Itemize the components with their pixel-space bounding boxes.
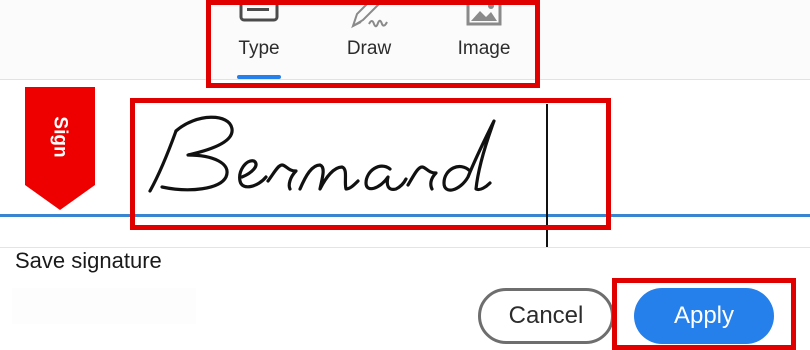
text-cursor <box>546 104 548 247</box>
signature-mode-tabs: Type Draw Image <box>0 0 810 80</box>
active-tab-indicator <box>237 75 281 79</box>
signature-baseline <box>0 214 810 217</box>
apply-button[interactable]: Apply <box>634 288 774 344</box>
tab-type[interactable]: Type <box>228 0 290 79</box>
tab-image-label: Image <box>457 38 511 59</box>
tab-image[interactable]: Image <box>448 0 520 79</box>
sign-flag-label: Sign <box>49 116 71 158</box>
sign-here-flag: Sign <box>25 87 95 210</box>
tab-draw[interactable]: Draw <box>338 0 400 79</box>
signature-field[interactable] <box>140 103 602 221</box>
save-signature-label: Save signature <box>15 248 162 273</box>
keyboard-icon <box>239 0 279 29</box>
save-signature-checkbox-area[interactable] <box>12 288 196 324</box>
tab-type-label: Type <box>238 38 280 59</box>
tab-draw-label: Draw <box>346 38 392 59</box>
pen-icon <box>347 0 391 35</box>
cancel-button[interactable]: Cancel <box>478 288 614 344</box>
signature-handwriting <box>148 115 496 193</box>
image-icon <box>464 0 504 33</box>
